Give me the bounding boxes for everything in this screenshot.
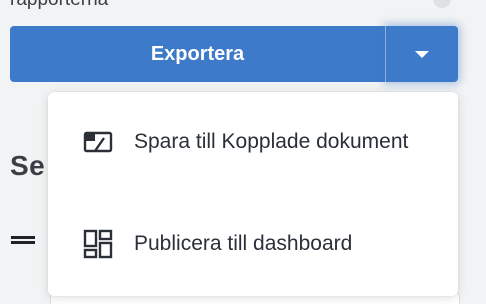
- section-heading: Se: [10, 150, 46, 181]
- menu-item-save-linked-documents[interactable]: Spara till Kopplade dokument: [48, 92, 458, 192]
- linked-documents-icon: [83, 131, 113, 153]
- caret-down-icon: [415, 50, 429, 58]
- menu-item-label: Spara till Kopplade dokument: [134, 130, 409, 153]
- section-description: rapporterna: [10, 0, 108, 11]
- export-dropdown-toggle[interactable]: [386, 26, 458, 82]
- export-dropdown-menu: Spara till Kopplade dokument Publicera t…: [48, 92, 458, 296]
- info-icon[interactable]: [433, 0, 451, 8]
- menu-item-label: Publicera till dashboard: [134, 232, 353, 255]
- dashboard-icon: [83, 229, 113, 259]
- export-split-button: Exportera: [10, 26, 458, 82]
- drag-handle-icon[interactable]: [11, 236, 35, 244]
- export-button[interactable]: Exportera: [10, 26, 386, 82]
- menu-item-publish-dashboard[interactable]: Publicera till dashboard: [48, 194, 458, 294]
